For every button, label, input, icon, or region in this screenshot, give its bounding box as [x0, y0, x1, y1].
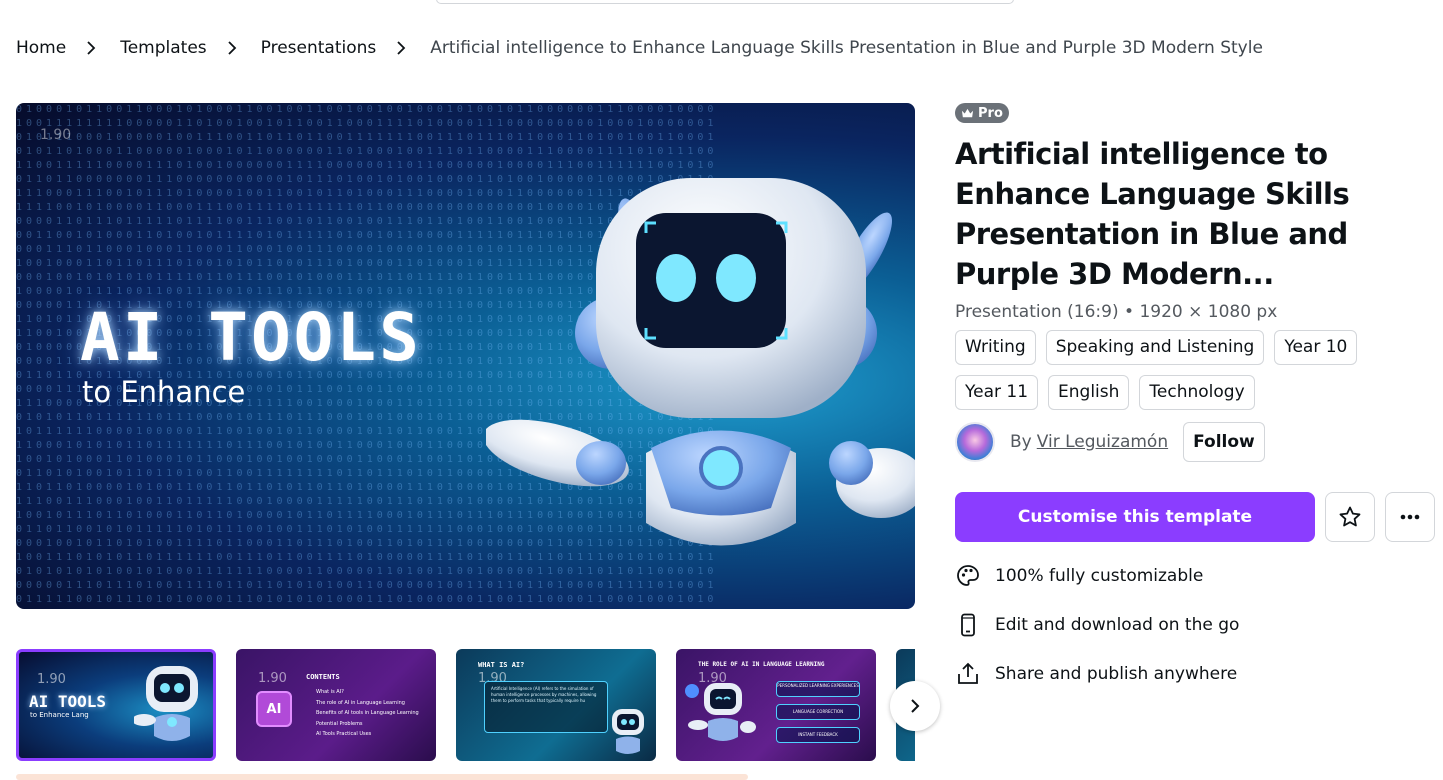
thumbnails-next-button[interactable]: [890, 681, 940, 731]
chevron-right-icon: [87, 41, 96, 55]
mobile-icon: [961, 613, 975, 636]
chevron-right-icon: [911, 699, 920, 713]
bottom-banner-edge: [16, 774, 748, 780]
contents-item: Benefits of AI tools in Language Learnin…: [316, 710, 419, 717]
robot-illustration: [486, 178, 915, 546]
breadcrumb-presentations[interactable]: Presentations: [261, 38, 377, 58]
robot-thumbnail-icon: [134, 666, 198, 741]
tag-speaking-and-listening[interactable]: Speaking and Listening: [1045, 329, 1265, 365]
pro-badge-label: Pro: [978, 105, 1003, 121]
breadcrumb-templates[interactable]: Templates: [120, 38, 206, 58]
feature-mobile: Edit and download on the go: [955, 611, 1435, 639]
robot-thumbnail-icon: [685, 683, 756, 741]
chip-icon-label: AI: [266, 701, 282, 717]
tag-year-10[interactable]: Year 10: [1274, 329, 1358, 365]
tag-writing[interactable]: Writing: [955, 329, 1036, 365]
role-item: LANGUAGE CORRECTION: [776, 704, 860, 720]
thumbnail-subtitle: to Enhance Lang: [30, 711, 89, 719]
thumbnail-slide-2[interactable]: 1.90 CONTENTS AI What is AI? The role of…: [236, 649, 436, 761]
thumbnail-slide-1[interactable]: 1.90 AI TOOLS to Enhance Lang: [16, 649, 216, 761]
tag-year-11[interactable]: Year 11: [955, 374, 1039, 410]
tag-english[interactable]: English: [1048, 374, 1130, 410]
action-row: Customise this template: [955, 491, 1435, 542]
thumbnail-title: CONTENTS: [306, 673, 340, 681]
breadcrumb: Home Templates Presentations Artificial …: [16, 36, 1263, 60]
contents-item: AI Tools Practical Uses: [316, 731, 372, 738]
preview-headline: AI TOOLS: [80, 299, 422, 376]
contents-list: What is AI? The role of AI in Language L…: [316, 687, 419, 740]
feature-label: Edit and download on the go: [995, 614, 1240, 635]
feature-share: Share and publish anywhere: [955, 660, 1435, 688]
tag-list: Writing Speaking and Listening Year 10 Y…: [955, 329, 1395, 410]
author-avatar[interactable]: [955, 421, 995, 462]
contents-item: The role of AI in Language Learning: [316, 699, 405, 706]
chip-icon: AI: [256, 691, 292, 727]
thumbnail-strip: 1.90 AI TOOLS to Enhance Lang 1.90 CONTE…: [16, 649, 915, 761]
pro-badge: Pro: [955, 103, 1009, 123]
text-frame: Artificial Intelligence (AI) refers to t…: [484, 681, 608, 733]
template-preview[interactable]: 0100010110011000101000110010011001001001…: [16, 103, 915, 609]
tag-technology[interactable]: Technology: [1139, 374, 1255, 410]
breadcrumb-home[interactable]: Home: [16, 38, 66, 58]
thumbnail-title: AI TOOLS: [29, 692, 107, 711]
author-row: By Vir Leguizamón Follow: [955, 421, 1435, 462]
star-icon: [1339, 506, 1361, 526]
contents-item: Potential Problems: [316, 720, 363, 727]
preview-subline: to Enhance: [82, 375, 246, 409]
role-item-label: LANGUAGE CORRECTION: [792, 709, 844, 714]
thumbnail-slide-3[interactable]: 1.90 WHAT IS AI? Artificial Intelligence…: [456, 649, 656, 761]
thumbnail-version: 1.90: [258, 671, 287, 686]
contents-item: What is AI?: [316, 689, 344, 695]
robot-thumbnail-icon: [612, 709, 644, 754]
template-details: Pro Artificial intelligence to Enhance L…: [955, 103, 1435, 709]
thumbnail-body-text: Artificial Intelligence (AI) refers to t…: [491, 686, 597, 703]
role-item: PERSONALIZED LEARNING EXPERIENCES: [776, 681, 860, 697]
role-item: INSTANT FEEDBACK: [776, 727, 860, 743]
thumbnail-title: WHAT IS AI?: [478, 661, 525, 669]
crown-icon: [961, 108, 974, 117]
author-link[interactable]: Vir Leguizamón: [1037, 432, 1168, 452]
preview-version-label: 1.90: [40, 127, 72, 143]
thumbnail-title: THE ROLE OF AI IN LANGUAGE LEARNING: [698, 661, 825, 668]
chevron-right-icon: [397, 41, 406, 55]
feature-customizable: 100% fully customizable: [955, 562, 1435, 590]
customise-template-button[interactable]: Customise this template: [955, 491, 1315, 542]
template-title: Artificial intelligence to Enhance Langu…: [955, 136, 1350, 291]
more-dots-icon: [1400, 514, 1420, 519]
thumbnail-version: 1.90: [37, 672, 66, 687]
more-options-button[interactable]: [1385, 491, 1435, 542]
feature-label: 100% fully customizable: [995, 565, 1204, 586]
template-meta: Presentation (16:9) • 1920 × 1080 px: [955, 301, 1278, 322]
favorite-button[interactable]: [1325, 491, 1375, 542]
share-icon: [958, 662, 978, 684]
thumbnail-slide-4[interactable]: 1.90 THE ROLE OF AI IN LANGUAGE LEARNING…: [676, 649, 876, 761]
chevron-right-icon: [228, 41, 236, 55]
role-item-label: PERSONALIZED LEARNING EXPERIENCES: [777, 683, 859, 688]
breadcrumb-current: Artificial intelligence to Enhance Langu…: [430, 38, 1263, 58]
role-item-label: INSTANT FEEDBACK: [798, 732, 838, 737]
follow-button[interactable]: Follow: [1183, 421, 1265, 462]
feature-list: 100% fully customizable Edit and downloa…: [955, 562, 1435, 688]
search-bar-edge[interactable]: [436, 0, 1014, 4]
author-prefix: By: [1010, 431, 1032, 452]
feature-label: Share and publish anywhere: [995, 663, 1238, 684]
palette-icon: [957, 564, 979, 586]
